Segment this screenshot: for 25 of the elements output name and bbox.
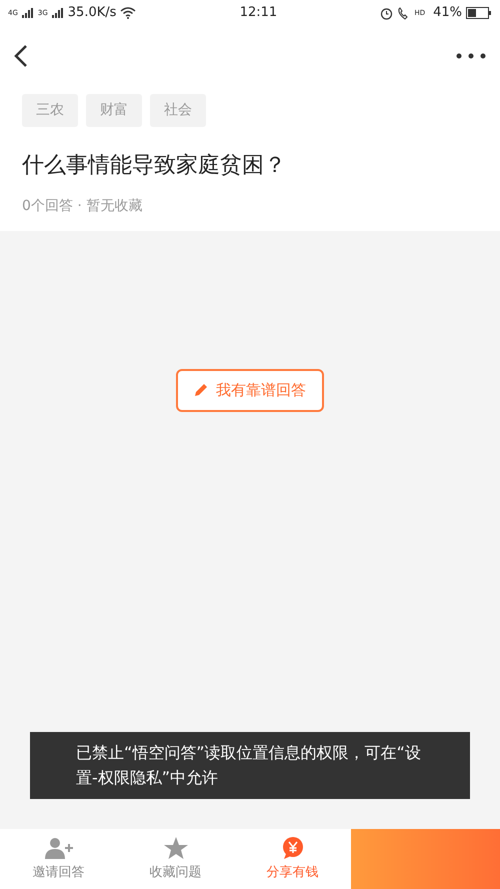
question-title: 什么事情能导致家庭贫困？ — [22, 152, 287, 180]
battery-percent: 41% — [433, 4, 462, 22]
topic-tag[interactable]: 财富 — [86, 94, 142, 127]
more-icon[interactable] — [456, 53, 486, 59]
signal-icon — [52, 8, 64, 18]
tab-item[interactable]: 分享有钱 — [234, 829, 351, 889]
battery-icon — [466, 7, 492, 19]
wifi-icon — [120, 7, 136, 19]
back-icon[interactable] — [14, 44, 28, 68]
tab-item[interactable]: 收藏问题 — [117, 829, 234, 889]
question-meta: 0个回答 · 暂无收藏 — [22, 197, 144, 216]
toast-message: 已禁止“悟空问答”读取位置信息的权限，可在“设置-权限隐私”中允许 — [30, 732, 470, 799]
star-icon — [164, 837, 188, 860]
tab-item[interactable]: 邀请回答 — [0, 829, 117, 889]
network-speed: 35.0K/s — [68, 4, 116, 22]
pencil-icon — [194, 383, 208, 398]
answer-button[interactable]: 我有靠谱回答 — [176, 369, 324, 412]
yen-bubble-icon — [282, 837, 304, 860]
signal-icon — [22, 8, 34, 18]
clock-time: 12:11 — [240, 4, 278, 22]
add-user-icon — [44, 837, 72, 860]
phone-icon — [397, 6, 410, 20]
topic-tag[interactable]: 三农 — [22, 94, 78, 127]
topic-tag[interactable]: 社会 — [150, 94, 206, 127]
alarm-icon — [380, 6, 394, 20]
